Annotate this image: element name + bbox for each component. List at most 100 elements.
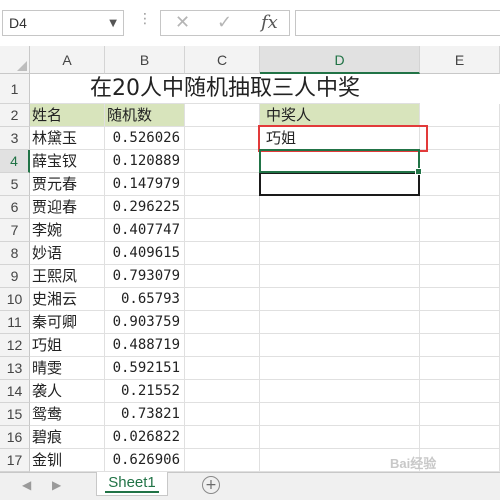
row-header-16[interactable]: 16 <box>0 426 30 449</box>
cell-c8[interactable] <box>185 242 260 265</box>
cell-d8[interactable] <box>260 242 420 265</box>
cell-d16[interactable] <box>260 426 420 449</box>
name-cell[interactable]: 贾迎春 <box>30 196 105 219</box>
cell-e8[interactable] <box>420 242 500 265</box>
name-cell[interactable]: 贾元春 <box>30 173 105 196</box>
random-number-cell[interactable]: 0.147979 <box>105 173 185 196</box>
cell-c10[interactable] <box>185 288 260 311</box>
cell-c5[interactable] <box>185 173 260 196</box>
name-cell[interactable]: 妙语 <box>30 242 105 265</box>
header-rand[interactable]: 随机数 <box>105 104 185 127</box>
row-header-3[interactable]: 3 <box>0 127 30 150</box>
row-header-15[interactable]: 15 <box>0 403 30 426</box>
random-number-cell[interactable]: 0.120889 <box>105 150 185 173</box>
cell-d13[interactable] <box>260 357 420 380</box>
random-number-cell[interactable]: 0.903759 <box>105 311 185 334</box>
cell-e13[interactable] <box>420 357 500 380</box>
row-header-4[interactable]: 4 <box>0 150 30 173</box>
cell-e4[interactable] <box>420 150 500 173</box>
row-header-6[interactable]: 6 <box>0 196 30 219</box>
cell-e9[interactable] <box>420 265 500 288</box>
column-header-d[interactable]: D <box>260 46 420 74</box>
random-number-cell[interactable]: 0.526026 <box>105 127 185 150</box>
column-header-c[interactable]: C <box>185 46 260 74</box>
row-header-5[interactable]: 5 <box>0 173 30 196</box>
name-cell[interactable]: 李婉 <box>30 219 105 242</box>
random-number-cell[interactable]: 0.73821 <box>105 403 185 426</box>
cell-e12[interactable] <box>420 334 500 357</box>
cell-d7[interactable] <box>260 219 420 242</box>
cell-c6[interactable] <box>185 196 260 219</box>
row-header-7[interactable]: 7 <box>0 219 30 242</box>
cell-e7[interactable] <box>420 219 500 242</box>
cell-c16[interactable] <box>185 426 260 449</box>
cell-d6[interactable] <box>260 196 420 219</box>
cell-e3[interactable] <box>420 127 500 150</box>
cell-e2[interactable] <box>420 104 500 127</box>
name-box[interactable]: D4 ▼ <box>2 10 124 36</box>
cell-d15[interactable] <box>260 403 420 426</box>
row-header-14[interactable]: 14 <box>0 380 30 403</box>
random-number-cell[interactable]: 0.592151 <box>105 357 185 380</box>
column-header-e[interactable]: E <box>420 46 500 74</box>
chevron-down-icon[interactable]: ▼ <box>109 18 117 29</box>
random-number-cell[interactable]: 0.21552 <box>105 380 185 403</box>
name-cell[interactable]: 晴雯 <box>30 357 105 380</box>
row-header-1[interactable]: 1 <box>0 74 30 104</box>
cell-d14[interactable] <box>260 380 420 403</box>
row-header-13[interactable]: 13 <box>0 357 30 380</box>
random-number-cell[interactable]: 0.793079 <box>105 265 185 288</box>
select-all-corner[interactable] <box>0 46 30 74</box>
enter-icon[interactable]: ✓ <box>217 12 232 34</box>
header-name[interactable]: 姓名 <box>30 104 105 127</box>
sheet-tab-sheet1[interactable]: Sheet1 <box>96 472 168 496</box>
header-winner[interactable]: 中奖人 <box>260 104 420 127</box>
cell-c4[interactable] <box>185 150 260 173</box>
next-sheet-icon[interactable]: ▶ <box>52 478 61 492</box>
cell-c12[interactable] <box>185 334 260 357</box>
row-header-8[interactable]: 8 <box>0 242 30 265</box>
cell-c13[interactable] <box>185 357 260 380</box>
name-cell[interactable]: 史湘云 <box>30 288 105 311</box>
name-cell[interactable]: 林黛玉 <box>30 127 105 150</box>
cell-d12[interactable] <box>260 334 420 357</box>
cell-c7[interactable] <box>185 219 260 242</box>
row-header-12[interactable]: 12 <box>0 334 30 357</box>
random-number-cell[interactable]: 0.409615 <box>105 242 185 265</box>
cell-d11[interactable] <box>260 311 420 334</box>
add-sheet-icon[interactable]: + <box>202 476 220 494</box>
cell-c15[interactable] <box>185 403 260 426</box>
cell-d9[interactable] <box>260 265 420 288</box>
random-number-cell[interactable]: 0.407747 <box>105 219 185 242</box>
cell-e16[interactable] <box>420 426 500 449</box>
row-header-2[interactable]: 2 <box>0 104 30 127</box>
active-cell-selection[interactable] <box>259 149 422 175</box>
column-header-b[interactable]: B <box>105 46 185 74</box>
prev-sheet-icon[interactable]: ◀ <box>22 478 31 492</box>
cell-c11[interactable] <box>185 311 260 334</box>
cell-e11[interactable] <box>420 311 500 334</box>
name-cell[interactable]: 鸳鸯 <box>30 403 105 426</box>
cell-c3[interactable] <box>185 127 260 150</box>
row-header-17[interactable]: 17 <box>0 449 30 472</box>
name-cell[interactable]: 碧痕 <box>30 426 105 449</box>
random-number-cell[interactable]: 0.488719 <box>105 334 185 357</box>
row-header-9[interactable]: 9 <box>0 265 30 288</box>
name-cell[interactable]: 巧姐 <box>30 334 105 357</box>
random-number-cell[interactable]: 0.026822 <box>105 426 185 449</box>
cell-c9[interactable] <box>185 265 260 288</box>
cell-e14[interactable] <box>420 380 500 403</box>
name-cell[interactable]: 秦可卿 <box>30 311 105 334</box>
column-header-a[interactable]: A <box>30 46 105 74</box>
cell-c2[interactable] <box>185 104 260 127</box>
cell-e15[interactable] <box>420 403 500 426</box>
random-number-cell[interactable]: 0.65793 <box>105 288 185 311</box>
cell-d10[interactable] <box>260 288 420 311</box>
name-cell[interactable]: 薛宝钗 <box>30 150 105 173</box>
cancel-icon[interactable]: ✕ <box>175 12 190 34</box>
cell-c14[interactable] <box>185 380 260 403</box>
row-header-10[interactable]: 10 <box>0 288 30 311</box>
cell-e5[interactable] <box>420 173 500 196</box>
name-cell[interactable]: 金钏 <box>30 449 105 472</box>
random-number-cell[interactable]: 0.296225 <box>105 196 185 219</box>
